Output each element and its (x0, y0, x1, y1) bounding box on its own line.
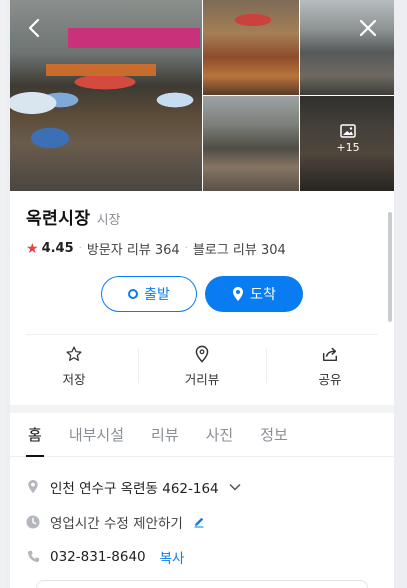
location-pin-icon (195, 345, 209, 363)
tab-reviews[interactable]: 리뷰 (151, 413, 179, 456)
share-button[interactable]: 공유 (266, 335, 394, 397)
separator-dot: · (184, 243, 188, 254)
save-button[interactable]: 저장 (10, 335, 138, 397)
save-label: 저장 (62, 371, 86, 387)
photo-more[interactable]: +15 (300, 96, 394, 191)
star-icon: ★ (26, 240, 39, 257)
tab-home[interactable]: 홈 (26, 413, 44, 457)
location-icon (26, 479, 40, 494)
blog-reviews-link[interactable]: 블로그 리뷰 304 (193, 239, 286, 258)
back-button[interactable] (22, 16, 46, 40)
arrive-button[interactable]: 도착 (205, 276, 303, 312)
photo-thumb[interactable] (203, 0, 299, 95)
visitor-reviews-link[interactable]: 방문자 리뷰 364 (87, 239, 180, 258)
star-outline-icon (66, 346, 82, 361)
street-view-label: 거리뷰 (184, 371, 220, 387)
hours-suggest-text: 영업시간 수정 제안하기 (50, 515, 183, 532)
section-gap (10, 405, 394, 413)
photo-gallery: +15 (10, 0, 394, 191)
title-row: 옥련시장 시장 (10, 190, 394, 229)
chevron-down-icon[interactable] (229, 483, 241, 491)
route-buttons: 출발 도착 (10, 258, 394, 312)
rating-value: 4.45 (41, 241, 74, 256)
tab-info[interactable]: 정보 (260, 413, 288, 456)
depart-button[interactable]: 출발 (101, 276, 197, 312)
phone-row: 032-831-8640 복사 (26, 539, 378, 574)
street-view-button[interactable]: 거리뷰 (138, 335, 266, 397)
close-icon (359, 19, 377, 37)
clock-icon (26, 515, 40, 529)
close-button[interactable] (356, 16, 380, 40)
stats-row: ★ 4.45 · 방문자 리뷰 364 · 블로그 리뷰 304 (10, 229, 394, 259)
more-photos-count: +15 (336, 141, 360, 154)
map-pin-icon (233, 287, 244, 301)
photo-thumb[interactable] (300, 0, 394, 95)
action-row: 저장 거리뷰 공유 (10, 335, 394, 397)
place-detail-panel: +15 옥련시장 시장 ★ 4.45 · 방문자 리뷰 364 · 블로그 리뷰… (10, 0, 394, 588)
share-icon (322, 347, 338, 361)
hours-row[interactable]: 영업시간 수정 제안하기 (26, 504, 378, 539)
info-section: 인천 연수구 옥련동 462-164 영업시간 수정 제안하기 032-831-… (10, 457, 394, 574)
tab-photos[interactable]: 사진 (206, 413, 234, 456)
arrive-label: 도착 (250, 287, 276, 303)
share-label: 공유 (318, 371, 342, 387)
place-name: 옥련시장 (26, 209, 91, 229)
next-card (36, 580, 368, 588)
image-icon (340, 124, 356, 138)
address-text: 인천 연수구 옥련동 462-164 (50, 480, 219, 497)
more-photos-badge: +15 (300, 124, 394, 154)
pencil-icon (194, 517, 204, 527)
tab-bar: 홈 내부시설 리뷰 사진 정보 (10, 413, 394, 457)
depart-label: 출발 (144, 287, 170, 303)
tab-facilities[interactable]: 내부시설 (69, 413, 124, 456)
place-category: 시장 (96, 213, 121, 228)
photo-thumb[interactable] (203, 96, 299, 191)
phone-number[interactable]: 032-831-8640 (50, 549, 146, 565)
address-row[interactable]: 인천 연수구 옥련동 462-164 (26, 469, 378, 504)
copy-button[interactable]: 복사 (160, 547, 185, 567)
phone-icon (26, 550, 40, 563)
separator-dot: · (78, 243, 82, 254)
chevron-left-icon (28, 18, 40, 38)
scrollbar[interactable] (388, 212, 392, 322)
origin-icon (128, 289, 139, 299)
